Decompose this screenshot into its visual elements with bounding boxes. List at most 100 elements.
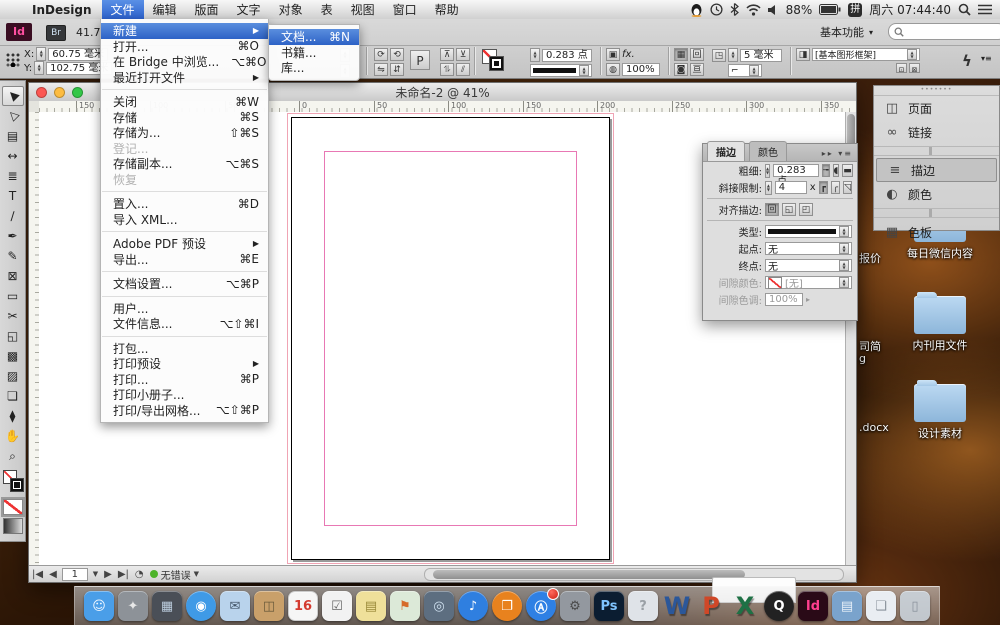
menu-item[interactable]: 视图 xyxy=(342,0,384,19)
rotate-90-cw-button[interactable]: ⊼ xyxy=(440,48,454,61)
bridge-button[interactable]: Br xyxy=(46,25,66,41)
preflight-status[interactable]: 无错误 xyxy=(161,567,191,582)
last-page-button[interactable]: ▶| xyxy=(115,569,132,580)
apply-gradient-button[interactable] xyxy=(3,518,23,534)
preflight-icon[interactable]: ◔ xyxy=(132,569,147,580)
rotate-90-ccw-button[interactable]: ⊻ xyxy=(456,48,470,61)
next-page-button[interactable]: ▶ xyxy=(101,569,115,580)
zoom-level-control[interactable]: 41.7 xyxy=(76,26,101,39)
gap-tool[interactable]: ↔ xyxy=(2,146,24,166)
menu-item[interactable]: 版面 xyxy=(186,0,228,19)
desktop-file-label[interactable]: 报价 xyxy=(859,250,881,266)
battery-icon[interactable] xyxy=(819,4,841,15)
no-wrap-button[interactable]: ▦ xyxy=(674,48,688,61)
reference-point-proxy[interactable] xyxy=(5,52,20,67)
menu-item[interactable]: 对象 xyxy=(270,0,312,19)
input-method-badge[interactable]: 拼 xyxy=(848,3,862,17)
paragraph-indicator[interactable]: P xyxy=(410,50,430,70)
opacity-field[interactable]: 100% xyxy=(622,63,660,76)
note-tool[interactable]: ❏ xyxy=(2,386,24,406)
round-cap-button[interactable]: ◖ xyxy=(833,164,840,177)
qq[interactable]: Q xyxy=(764,591,794,621)
launchpad[interactable]: ✦ xyxy=(118,591,148,621)
pencil-tool[interactable]: ✎ xyxy=(2,246,24,266)
stroke-weight-field[interactable]: 0.283 点 xyxy=(542,49,592,62)
rotate-ccw-button[interactable]: ⟲ xyxy=(390,48,404,61)
file-menu-item[interactable]: 打包... ▶ xyxy=(101,341,268,357)
start-dropdown[interactable]: 无 xyxy=(765,242,852,255)
safari[interactable]: ◉ xyxy=(186,591,216,621)
panel-stroke[interactable]: ≡ 描边 xyxy=(876,158,997,182)
weight-field[interactable]: 0.283 点 xyxy=(773,164,819,177)
workspace-switcher[interactable]: 基本功能▾ xyxy=(820,24,873,40)
trash[interactable]: ▯ xyxy=(900,591,930,621)
direct-selection-tool[interactable]: ▷ xyxy=(2,106,24,126)
flip-icon[interactable]: ⥮ xyxy=(440,63,454,76)
stroke-swatch[interactable] xyxy=(10,478,24,492)
opacity-icon[interactable]: ◍ xyxy=(606,63,620,76)
page-number-field[interactable]: 1 xyxy=(62,568,88,581)
file-menu-item[interactable]: 打开... ⌘O ▶ xyxy=(101,39,268,55)
line-tool[interactable]: ∕ xyxy=(2,206,24,226)
clear-override-icon[interactable]: ⊠ xyxy=(909,63,920,73)
file-menu-item[interactable]: 在 Bridge 中浏览... ⌥⌘O ▶ xyxy=(101,54,268,70)
itunes[interactable]: ♪ xyxy=(458,591,488,621)
wrap-bounding-button[interactable]: 回 xyxy=(690,48,704,61)
file-menu-item[interactable]: 新建 ▶ xyxy=(101,23,268,39)
scissors-tool[interactable]: ✂ xyxy=(2,306,24,326)
file-menu-item[interactable]: 文件信息... ⌥⇧⌘I ▶ xyxy=(101,316,268,332)
stroke-weight-stepper[interactable] xyxy=(530,48,540,62)
photoshop[interactable]: Ps xyxy=(594,591,624,621)
system-preferences[interactable]: ⚙ xyxy=(560,591,590,621)
file-menu-item[interactable]: ▶ xyxy=(102,231,267,232)
file-menu-item[interactable]: ▶ xyxy=(102,296,267,297)
y-stepper[interactable] xyxy=(34,61,44,75)
miter-join-button[interactable]: ┏ xyxy=(819,181,828,194)
rectangle-tool[interactable]: ▭ xyxy=(2,286,24,306)
align-outside-button[interactable]: ◰ xyxy=(799,203,813,216)
maps[interactable]: ⚑ xyxy=(390,591,420,621)
reminders[interactable]: ☑ xyxy=(322,591,352,621)
notification-center-icon[interactable] xyxy=(978,4,992,15)
panel-dock-grip[interactable]: ••••••• xyxy=(874,86,999,96)
round-join-button[interactable]: ╭ xyxy=(831,181,840,194)
spotlight-icon[interactable] xyxy=(958,3,971,16)
file-menu-item[interactable]: 用户... ▶ xyxy=(101,301,268,317)
file-menu-item[interactable]: 关闭 ⌘W ▶ xyxy=(101,94,268,110)
tab-stroke[interactable]: 描边 xyxy=(707,141,745,161)
corner-stepper[interactable] xyxy=(728,48,738,62)
ibooks[interactable]: ❐ xyxy=(492,591,522,621)
corner-options-icon[interactable]: ◳ xyxy=(712,49,726,62)
apply-none-button[interactable] xyxy=(3,499,23,515)
horizontal-scroll-thumb[interactable] xyxy=(433,570,745,579)
file-menu-item[interactable]: 最近打开文件 ▶ xyxy=(101,70,268,86)
volume-icon[interactable] xyxy=(768,4,779,16)
file-menu-item[interactable]: 导出... ⌘E ▶ xyxy=(101,252,268,268)
stroke-swatch[interactable] xyxy=(489,56,504,71)
calendar[interactable]: 16 xyxy=(288,591,318,621)
time-machine-icon[interactable] xyxy=(710,3,723,16)
flip-vertical-button[interactable]: ⇵ xyxy=(390,63,404,76)
file-menu-item[interactable]: 文档设置... ⌥⌘P ▶ xyxy=(101,276,268,292)
panel-color[interactable]: ◐ 颜色 xyxy=(874,182,999,206)
stroke-type-dropdown[interactable] xyxy=(765,225,852,238)
app-menu-title[interactable]: InDesign xyxy=(22,3,102,17)
frame-tool[interactable]: ⊠ xyxy=(2,266,24,286)
menu-item[interactable]: 帮助 xyxy=(426,0,468,19)
free-transform-tool[interactable]: ◱ xyxy=(2,326,24,346)
corner-shape-dropdown[interactable]: ⌐ xyxy=(728,64,762,77)
butt-cap-button[interactable]: ╼ xyxy=(822,164,829,177)
powerpoint[interactable]: P xyxy=(696,591,726,621)
menu-item[interactable]: 文字 xyxy=(228,0,270,19)
mission-control[interactable]: ▦ xyxy=(152,591,182,621)
desktop-file-label[interactable]: .docx xyxy=(859,421,889,434)
gradient-tool[interactable]: ▩ xyxy=(2,346,24,366)
gradient-feather-tool[interactable]: ▨ xyxy=(2,366,24,386)
effects-menu[interactable]: fx. xyxy=(622,49,635,60)
folder-stack[interactable]: ▤ xyxy=(832,591,862,621)
file-menu-item[interactable]: 打印/导出网格... ⌥⇧⌘P ▶ xyxy=(101,403,268,419)
quick-apply-icon[interactable]: ϟ xyxy=(962,52,972,70)
style-override-icon[interactable]: ⊡ xyxy=(896,63,907,73)
app-store[interactable]: Ⓐ xyxy=(526,591,556,621)
projecting-cap-button[interactable]: ▬ xyxy=(842,164,853,177)
